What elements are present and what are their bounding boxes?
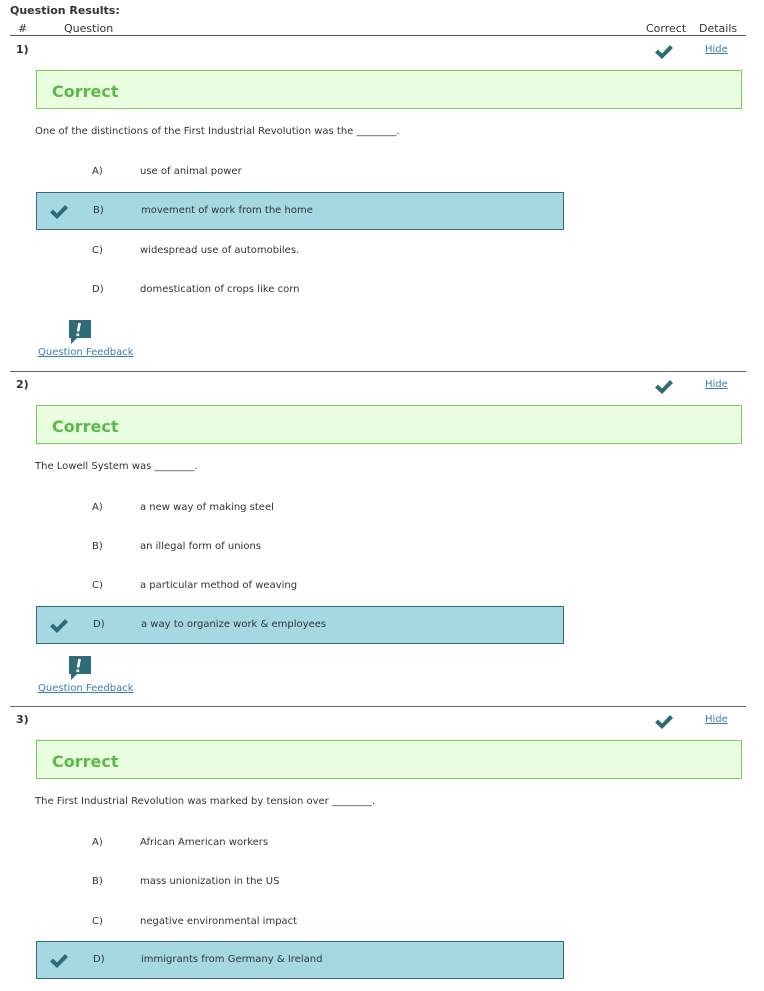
question-number: 1) — [16, 43, 29, 56]
check-icon — [50, 619, 68, 633]
option-letter: A) — [92, 837, 103, 848]
option-text: widespread use of automobiles. — [140, 245, 300, 256]
option-text: use of animal power — [140, 166, 242, 177]
column-header-number: # — [18, 22, 28, 35]
correct-banner-label: Correct — [52, 82, 119, 101]
check-icon — [655, 45, 673, 59]
question-number: 3) — [16, 713, 29, 726]
option-text: mass unionization in the US — [140, 876, 280, 887]
question-feedback-link[interactable]: Question Feedback — [38, 683, 134, 694]
question-text: The Lowell System was ________. — [35, 461, 198, 472]
option-letter: D) — [93, 619, 105, 630]
option-letter: B) — [92, 541, 103, 552]
question-block-1: 1) Hide Correct One of the distinctions … — [10, 36, 746, 370]
block-rule — [10, 706, 746, 707]
answer-option-b: B) movement of work from the home — [36, 192, 564, 230]
option-text: African American workers — [140, 837, 269, 848]
answer-option-a: A) use of animal power — [36, 153, 564, 191]
option-letter: B) — [92, 876, 103, 887]
answer-option-c: C) widespread use of automobiles. — [36, 232, 564, 270]
correct-banner-label: Correct — [52, 417, 119, 436]
option-letter: D) — [92, 284, 104, 295]
check-icon — [655, 715, 673, 729]
question-block-3: 3) Hide Correct The First Industrial Rev… — [10, 706, 746, 991]
answer-option-a: A) African American workers — [36, 824, 564, 862]
answer-option-d: D) a way to organize work & employees — [36, 606, 564, 644]
answer-option-c: C) negative environmental impact — [36, 903, 564, 941]
answer-option-b: B) an illegal form of unions — [36, 528, 564, 566]
option-text: a way to organize work & employees — [141, 619, 327, 630]
question-number: 2) — [16, 378, 29, 391]
option-text: movement of work from the home — [141, 205, 313, 216]
correct-banner-label: Correct — [52, 752, 119, 771]
option-letter: C) — [92, 916, 103, 927]
block-rule — [10, 371, 746, 372]
correct-banner: Correct — [36, 740, 742, 779]
hide-link[interactable]: Hide — [705, 379, 728, 390]
option-text: a new way of making steel — [140, 502, 274, 513]
option-letter: D) — [93, 954, 105, 965]
option-text: negative environmental impact — [140, 916, 298, 927]
option-letter: A) — [92, 166, 103, 177]
option-text: domestication of crops like corn — [140, 284, 300, 295]
hide-link[interactable]: Hide — [705, 44, 728, 55]
check-icon — [50, 205, 68, 219]
hide-link[interactable]: Hide — [705, 714, 728, 725]
question-feedback-link[interactable]: Question Feedback — [38, 347, 134, 358]
check-icon — [50, 954, 68, 968]
answer-option-b: B) mass unionization in the US — [36, 863, 564, 901]
answer-option-c: C) a particular method of weaving — [36, 567, 564, 605]
answer-option-a: A) a new way of making steel — [36, 489, 564, 527]
option-letter: B) — [93, 205, 104, 216]
question-text: One of the distinctions of the First Ind… — [35, 126, 400, 137]
check-icon — [655, 380, 673, 394]
option-text: a particular method of weaving — [140, 580, 298, 591]
results-title: Question Results: — [10, 4, 120, 17]
question-text: The First Industrial Revolution was mark… — [35, 796, 376, 807]
feedback-icon[interactable] — [68, 319, 92, 345]
correct-banner: Correct — [36, 70, 742, 109]
option-letter: A) — [92, 502, 103, 513]
column-header-correct: Correct — [646, 22, 687, 35]
correct-banner: Correct — [36, 405, 742, 444]
feedback-icon[interactable] — [68, 655, 92, 681]
question-block-2: 2) Hide Correct The Lowell System was __… — [10, 371, 746, 705]
option-letter: C) — [92, 580, 103, 591]
column-header-question: Question — [64, 22, 114, 35]
answer-option-d: D) domestication of crops like corn — [36, 271, 564, 309]
column-header-details: Details — [699, 22, 738, 35]
option-letter: C) — [92, 245, 103, 256]
option-text: immigrants from Germany & Ireland — [141, 954, 323, 965]
option-text: an illegal form of unions — [140, 541, 261, 552]
answer-option-d: D) immigrants from Germany & Ireland — [36, 941, 564, 979]
